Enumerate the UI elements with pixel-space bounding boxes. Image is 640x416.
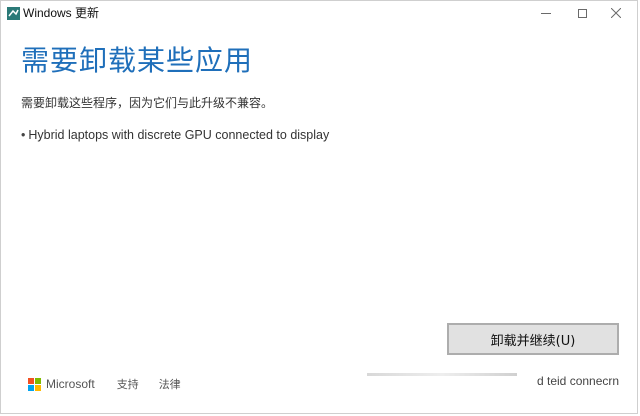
footer: Microsoft 支持 法律 — [28, 375, 201, 393]
maximize-icon — [577, 8, 587, 18]
app-list-item: • Hybrid laptops with discrete GPU connec… — [21, 127, 329, 143]
overlay-artifact — [367, 373, 517, 376]
app-name: Hybrid laptops with discrete GPU connect… — [28, 128, 330, 142]
legal-link[interactable]: 法律 — [159, 376, 181, 392]
page-title: 需要卸载某些应用 — [21, 44, 254, 77]
microsoft-brand-text: Microsoft — [46, 377, 95, 391]
uninstall-and-continue-button[interactable]: 卸载并继续(U) — [447, 323, 619, 355]
overlay-fragment-text: d teid connecrn — [537, 374, 620, 388]
minimize-icon — [541, 12, 551, 14]
title-bar[interactable]: Windows 更新 — [1, 1, 637, 25]
microsoft-logo-icon — [28, 377, 41, 391]
support-link[interactable]: 支持 — [117, 376, 139, 392]
close-button[interactable] — [593, 1, 637, 25]
windows-update-icon — [7, 7, 20, 20]
description-text: 需要卸载这些程序，因为它们与此升级不兼容。 — [21, 96, 274, 110]
bullet-icon: • — [21, 128, 26, 142]
close-icon — [611, 8, 621, 18]
window-title: Windows 更新 — [23, 6, 100, 20]
windows-update-window: Windows 更新 需要卸载某些应用 需要卸载这些程序，因为它们与此升级不兼容… — [0, 0, 638, 414]
